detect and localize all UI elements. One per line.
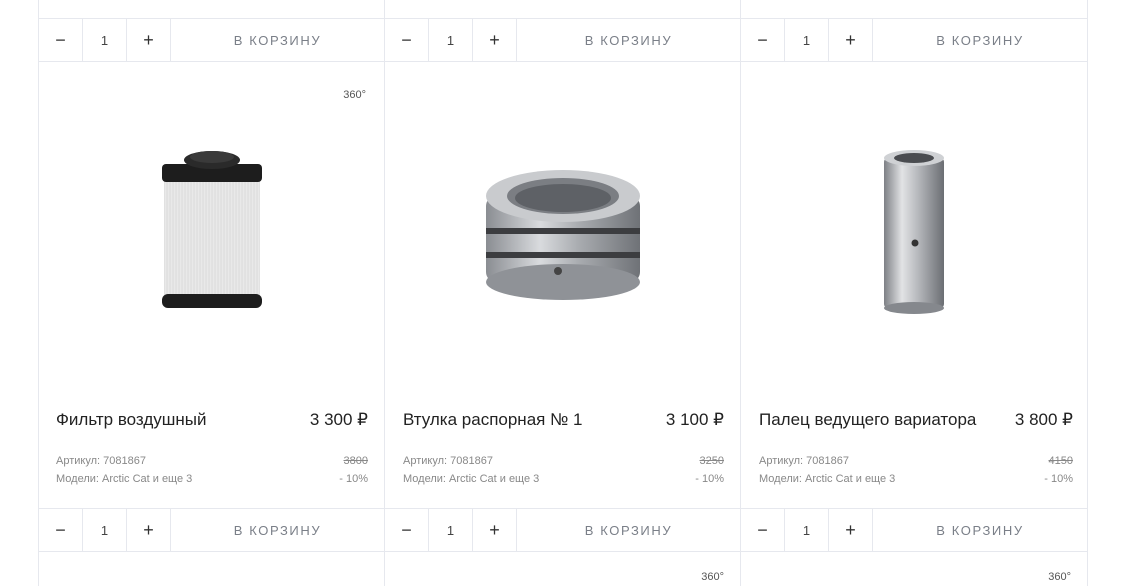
increase-quantity-button[interactable]: + (829, 19, 873, 61)
spacer-bushing-image (485, 170, 640, 300)
decrease-quantity-button[interactable]: − (385, 509, 429, 551)
increase-quantity-button[interactable]: + (473, 509, 517, 551)
product-price: 3 800 ₽ (1014, 410, 1073, 429)
decrease-quantity-button[interactable]: − (741, 19, 785, 61)
add-to-cart-button[interactable]: В КОРЗИНУ (517, 509, 740, 551)
add-to-cart-button[interactable]: В КОРЗИНУ (873, 509, 1087, 551)
product-image[interactable] (385, 76, 740, 386)
product-price: 3 100 ₽ (665, 410, 724, 429)
cart-controls: − 1 + В КОРЗИНУ (39, 508, 384, 552)
product-article: Артикул: 7081867 (56, 455, 146, 467)
increase-quantity-button[interactable]: + (829, 509, 873, 551)
badge-360[interactable]: 360° (1048, 571, 1071, 583)
quantity-field[interactable]: 1 (83, 509, 127, 551)
product-title[interactable]: Фильтр воздушный (56, 410, 207, 430)
badge-360[interactable]: 360° (701, 571, 724, 583)
product-title[interactable]: Палец ведущего вариатора (759, 410, 976, 430)
increase-quantity-button[interactable]: + (127, 509, 171, 551)
product-title[interactable]: Втулка распорная № 1 (403, 410, 583, 430)
air-filter-image (161, 151, 262, 308)
product-image[interactable] (39, 76, 384, 386)
decrease-quantity-button[interactable]: − (39, 19, 83, 61)
product-models: Модели: Arctic Cat и еще 3 (759, 473, 896, 485)
add-to-cart-button[interactable]: В КОРЗИНУ (171, 19, 384, 61)
old-price: 4150 (1048, 455, 1073, 467)
add-to-cart-button[interactable]: В КОРЗИНУ (517, 19, 740, 61)
decrease-quantity-button[interactable]: − (385, 19, 429, 61)
old-price: 3800 (343, 455, 368, 467)
product-article: Артикул: 7081867 (403, 455, 493, 467)
cart-controls: − 1 + В КОРЗИНУ (39, 18, 384, 62)
product-card: − 1 + В КОРЗИНУ (385, 0, 741, 586)
cart-controls: − 1 + В КОРЗИНУ (741, 18, 1087, 62)
product-price: 3 300 ₽ (309, 410, 368, 429)
product-article: Артикул: 7081867 (759, 455, 849, 467)
product-card: − 1 + В КОРЗИНУ 360° Фильтр воздушный 3 … (38, 0, 385, 586)
increase-quantity-button[interactable]: + (473, 19, 517, 61)
quantity-field[interactable]: 1 (83, 19, 127, 61)
discount-label: - 10% (339, 473, 368, 485)
add-to-cart-button[interactable]: В КОРЗИНУ (873, 19, 1087, 61)
add-to-cart-button[interactable]: В КОРЗИНУ (171, 509, 384, 551)
discount-label: - 10% (1044, 473, 1073, 485)
quantity-field[interactable]: 1 (785, 509, 829, 551)
quantity-field[interactable]: 1 (429, 509, 473, 551)
quantity-field[interactable]: 1 (429, 19, 473, 61)
increase-quantity-button[interactable]: + (127, 19, 171, 61)
cart-controls: − 1 + В КОРЗИНУ (385, 508, 740, 552)
discount-label: - 10% (695, 473, 724, 485)
cart-controls: − 1 + В КОРЗИНУ (741, 508, 1087, 552)
cart-controls: − 1 + В КОРЗИНУ (385, 18, 740, 62)
variator-pin-image (884, 150, 944, 314)
old-price: 3250 (699, 455, 724, 467)
product-grid: − 1 + В КОРЗИНУ 360° Фильтр воздушный 3 … (38, 0, 1088, 586)
decrease-quantity-button[interactable]: − (39, 509, 83, 551)
product-models: Модели: Arctic Cat и еще 3 (56, 473, 193, 485)
decrease-quantity-button[interactable]: − (741, 509, 785, 551)
quantity-field[interactable]: 1 (785, 19, 829, 61)
product-models: Модели: Arctic Cat и еще 3 (403, 473, 540, 485)
product-card: − 1 + В КОРЗИНУ (741, 0, 1088, 586)
product-image[interactable] (741, 76, 1087, 386)
